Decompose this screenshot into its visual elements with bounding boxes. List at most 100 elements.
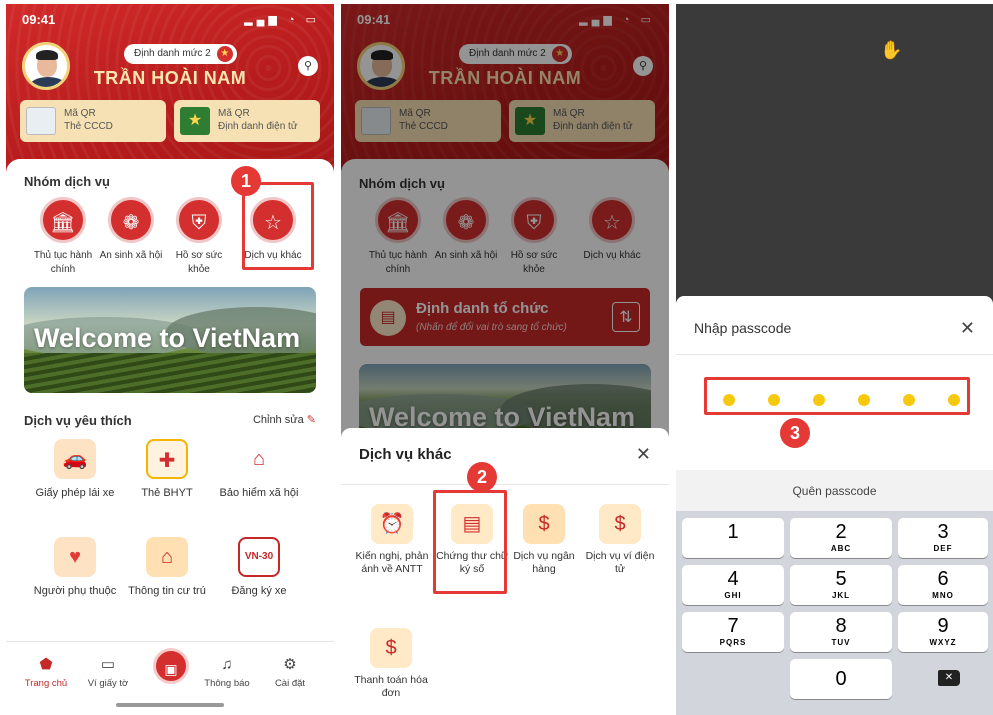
key-6[interactable]: 6 MNO xyxy=(898,565,988,605)
key-number: 4 xyxy=(727,568,739,590)
qr-card-digital-id[interactable]: ★ Mã QR Định danh điện tử xyxy=(174,100,320,142)
edit-label: Chỉnh sửa xyxy=(252,414,304,426)
highlight-box-step1 xyxy=(242,182,314,270)
qr-card-line2: Định danh điện tử xyxy=(218,121,298,132)
service-social-security[interactable]: ❁ An sinh xã hội xyxy=(96,197,166,263)
key-letters: TUV xyxy=(831,638,851,647)
key-0[interactable]: 0 xyxy=(790,659,892,699)
emblem-icon: ★ xyxy=(180,107,210,135)
key-4[interactable]: 4 GHI xyxy=(682,565,784,605)
shield-icon: ⛨ xyxy=(176,197,222,243)
tab-home[interactable]: ⬟ Trang chủ xyxy=(16,656,76,689)
home-indicator xyxy=(116,703,224,707)
favorite-social-insurance[interactable]: ⌂ Bảo hiểm xã hội xyxy=(214,439,304,501)
forgot-passcode-link[interactable]: Quên passcode xyxy=(676,470,993,512)
scan-button[interactable]: ▣ xyxy=(153,648,189,684)
service-label: Thủ tục hành chính xyxy=(33,250,93,275)
backspace-icon[interactable]: ✕ xyxy=(938,670,960,686)
bill-icon: $ xyxy=(370,628,412,668)
car-icon: 🚗 xyxy=(54,439,96,479)
welcome-banner[interactable]: Welcome to VietNam xyxy=(24,287,316,393)
key-number: 1 xyxy=(727,521,739,543)
other-services-sheet: Dịch vụ khác ✕ ⏰ Kiến nghị, phản ánh về A… xyxy=(341,428,669,711)
scan-icon: ▣ xyxy=(164,661,178,677)
house-heart-icon: ⌂ xyxy=(238,439,280,479)
screen-other-services: 09:41 ▂▄▆ ◔ ▭ Định danh mức 2 ★ TRẦN HOÀI… xyxy=(341,4,669,711)
key-letters: WXYZ xyxy=(929,638,957,647)
star-icon: ★ xyxy=(216,46,233,62)
service-health-records[interactable]: ⛨ Hồ sơ sức khỏe xyxy=(164,197,234,277)
divider xyxy=(341,484,669,485)
bank-icon: $ xyxy=(523,504,565,544)
id-level-text: Định danh mức 2 xyxy=(134,48,211,59)
search-icon[interactable]: ⚲ xyxy=(298,56,318,76)
divider xyxy=(676,354,993,355)
hand-cursor-icon: ✋ xyxy=(880,40,903,60)
services-title: Nhóm dịch vụ xyxy=(24,174,110,189)
step-badge: 2 xyxy=(467,462,497,492)
favorite-vehicle-registration[interactable]: VN-30 Đăng ký xe xyxy=(214,537,304,599)
key-number: 5 xyxy=(835,568,847,590)
home-icon: ⬟ xyxy=(39,656,53,673)
key-3[interactable]: 3 DEF xyxy=(898,518,988,558)
favorite-dependents[interactable]: ♥ Người phụ thuộc xyxy=(30,537,120,599)
tab-label: Trang chủ xyxy=(24,678,68,689)
key-5[interactable]: 5 JKL xyxy=(790,565,892,605)
favorite-residence-info[interactable]: ⌂ Thông tin cư trú xyxy=(122,537,212,599)
screen-passcode: ✋ Nhập passcode ✕ 3 Quên passcode 1 2 ABC… xyxy=(676,4,993,715)
hands-heart-icon: ♥ xyxy=(54,537,96,577)
qr-card-line1: Mã QR xyxy=(218,108,250,119)
sheet-item-security-feedback[interactable]: ⏰ Kiến nghị, phản ánh về ANTT xyxy=(349,504,435,576)
alarm-icon: ⏰ xyxy=(371,504,413,544)
service-administrative[interactable]: 🏛 Thủ tục hành chính xyxy=(28,197,98,277)
favorite-label: Bảo hiểm xã hội xyxy=(219,487,299,499)
sheet-item-label: Dịch vụ ngân hàng xyxy=(513,550,575,575)
qr-card-cccd[interactable]: Mã QR Thẻ CCCD xyxy=(20,100,166,142)
sheet-item-label: Dịch vụ ví điện tử xyxy=(585,550,655,575)
key-number: 7 xyxy=(727,615,739,637)
tab-label: Cài đặt xyxy=(274,678,306,689)
screen-home: 09:41 ▂▄▆ ◔ ▭ Định danh mức 2 ★ TRẦN HOÀI… xyxy=(6,4,334,711)
id-level-badge[interactable]: Định danh mức 2 ★ xyxy=(124,44,237,64)
sheet-item-bill-payment[interactable]: $ Thanh toán hóa đơn xyxy=(351,628,431,700)
key-letters: MNO xyxy=(932,591,954,600)
key-letters: GHI xyxy=(724,591,742,600)
wallet-icon: $ xyxy=(599,504,641,544)
tab-label: Ví giấy tờ xyxy=(87,678,129,689)
favorite-label: Người phụ thuộc xyxy=(33,585,117,597)
close-icon[interactable]: ✕ xyxy=(636,444,651,465)
key-number: 8 xyxy=(835,615,847,637)
sheet-item-banking[interactable]: $ Dịch vụ ngân hàng xyxy=(505,504,583,576)
edit-favorites-button[interactable]: Chỉnh sửa ✎ xyxy=(253,413,316,426)
key-number: 6 xyxy=(937,568,949,590)
key-7[interactable]: 7 PQRS xyxy=(682,612,784,652)
key-letters: ABC xyxy=(830,544,852,553)
gear-icon: ⚙ xyxy=(283,656,297,673)
key-1[interactable]: 1 xyxy=(682,518,784,558)
step-badge: 1 xyxy=(231,166,261,196)
favorite-label: Giấy phép lái xe xyxy=(35,487,115,499)
highlight-box-step2 xyxy=(433,490,507,594)
favorite-driving-license[interactable]: 🚗 Giấy phép lái xe xyxy=(30,439,120,501)
service-label: Hồ sơ sức khỏe xyxy=(175,250,223,275)
status-icons: ▂▄▆ ◔ ▭ xyxy=(244,14,320,26)
tab-notifications[interactable]: ♫ Thông báo xyxy=(197,656,257,689)
favorites-title: Dịch vụ yêu thích xyxy=(24,413,132,428)
key-2[interactable]: 2 ABC xyxy=(790,518,892,558)
key-number: 2 xyxy=(835,521,847,543)
key-8[interactable]: 8 TUV xyxy=(790,612,892,652)
key-9[interactable]: 9 WXYZ xyxy=(898,612,988,652)
residence-icon: ⌂ xyxy=(146,537,188,577)
key-number: 0 xyxy=(835,668,847,690)
tab-label: Thông báo xyxy=(204,678,250,689)
sheet-item-e-wallet[interactable]: $ Dịch vụ ví điện tử xyxy=(581,504,659,576)
close-icon[interactable]: ✕ xyxy=(960,318,975,339)
tab-wallet[interactable]: ▭ Ví giấy tờ xyxy=(78,656,138,689)
plate-text: VN-30 xyxy=(244,551,274,562)
tab-settings[interactable]: ⚙ Cài đặt xyxy=(260,656,320,689)
bell-icon: ♫ xyxy=(221,656,233,673)
flower-icon: ❁ xyxy=(108,197,154,243)
license-plate-icon: VN-30 xyxy=(238,537,280,577)
favorite-health-insurance[interactable]: ✚ Thẻ BHYT xyxy=(122,439,212,501)
qr-card-line2: Thẻ CCCD xyxy=(64,121,113,132)
